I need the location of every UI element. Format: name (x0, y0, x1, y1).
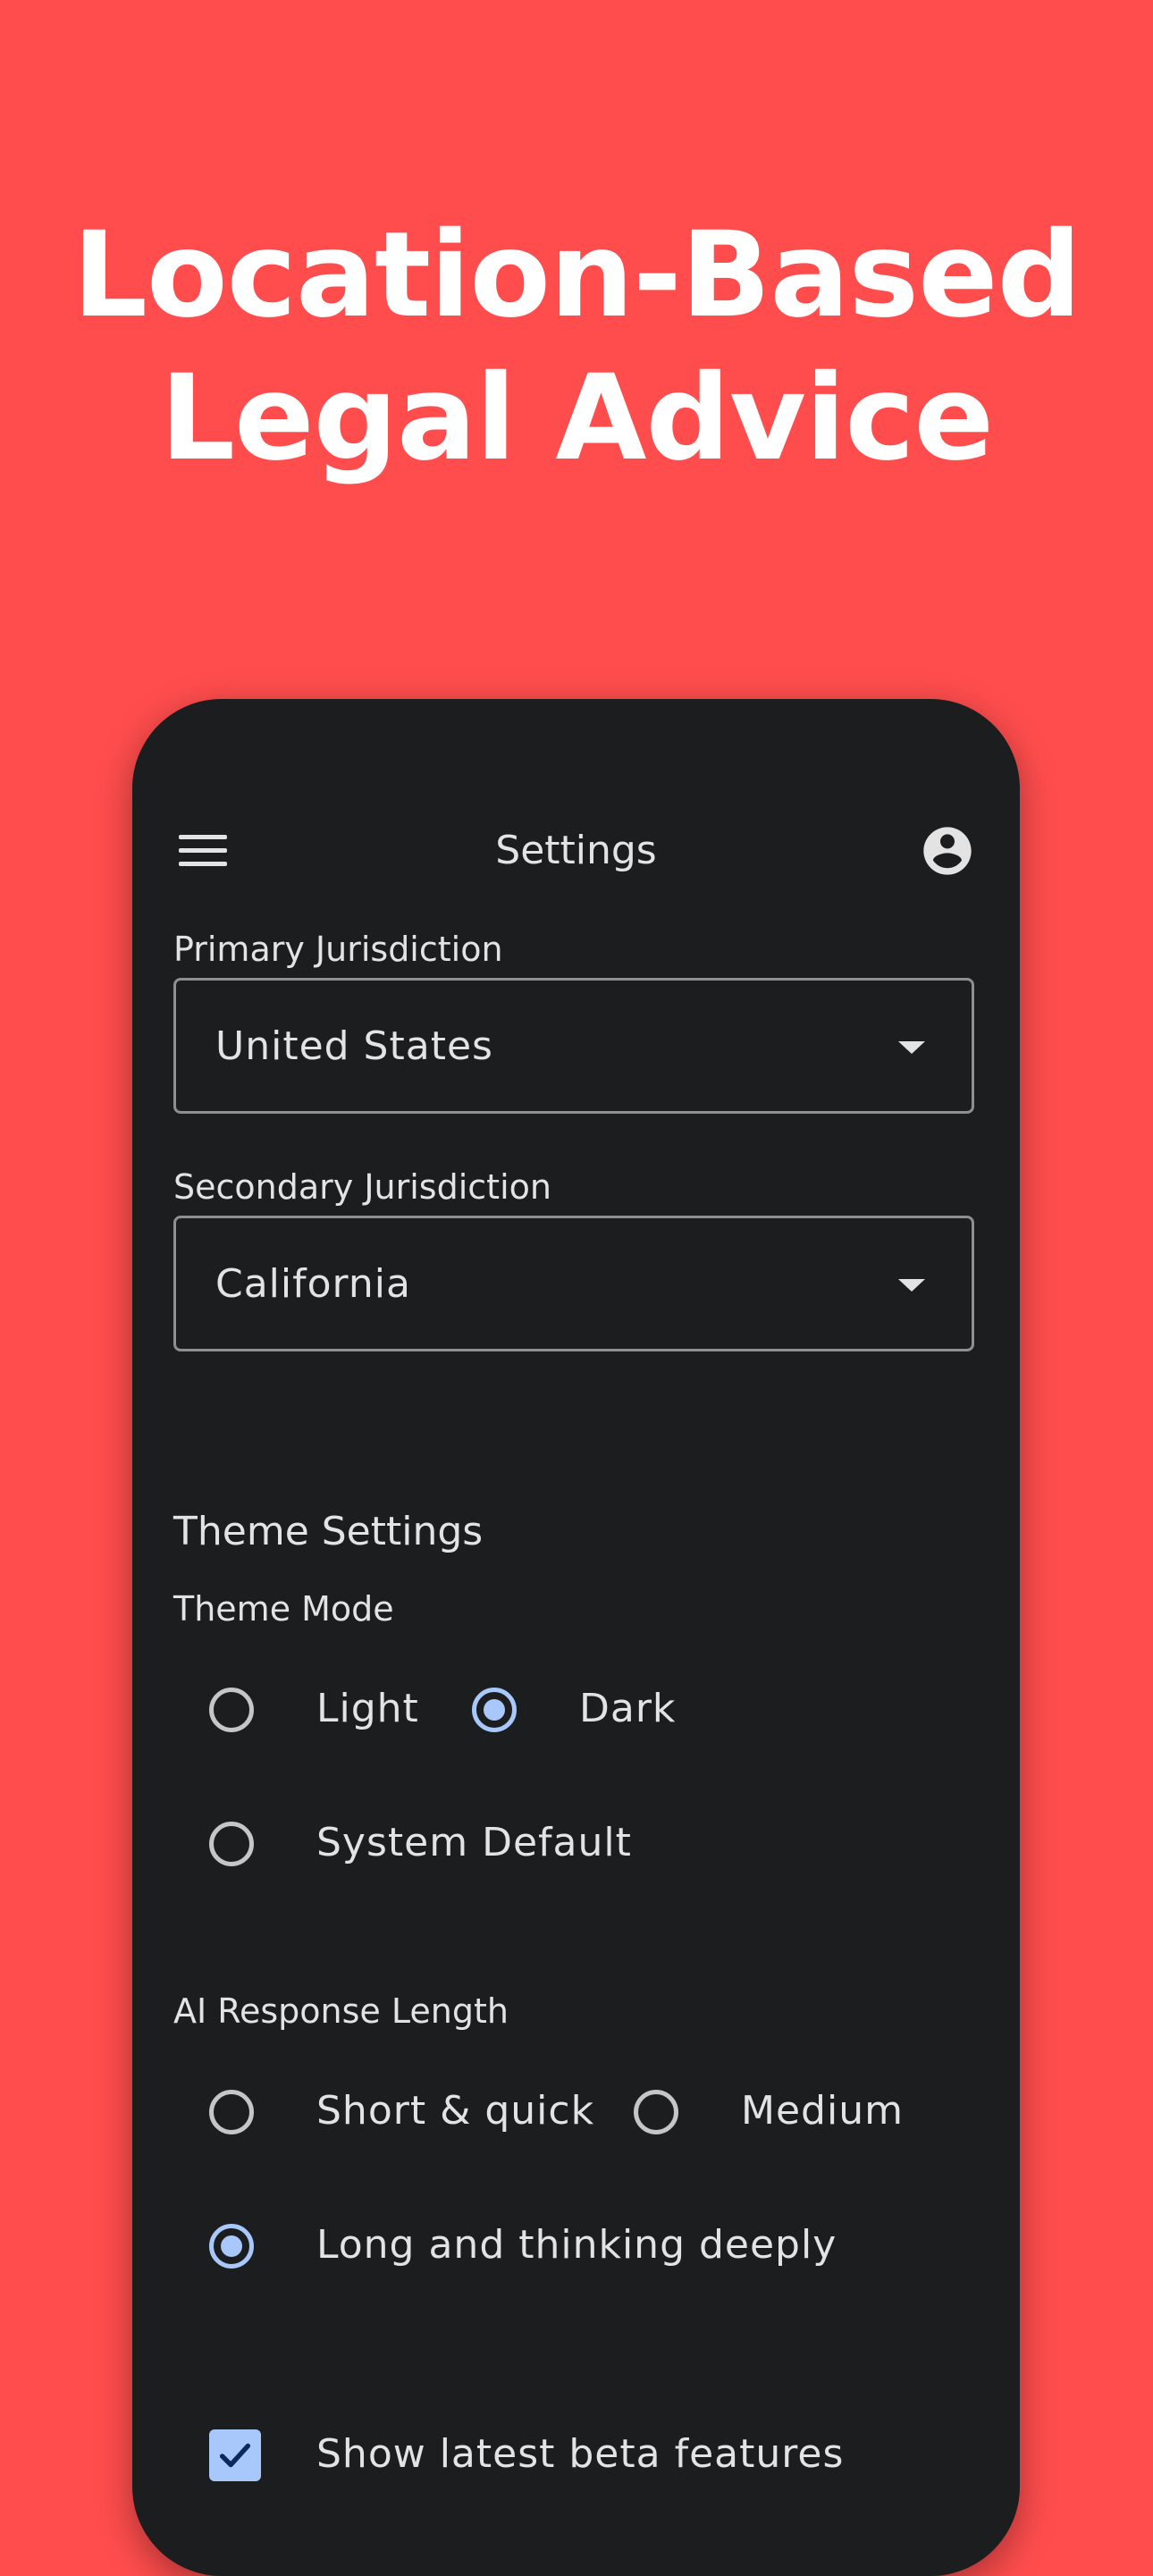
ai-response-length-label: AI Response Length (173, 1991, 509, 2031)
page-title: Settings (495, 828, 657, 873)
theme-radio-dark[interactable]: Dark (472, 1682, 704, 1745)
primary-jurisdiction-label: Primary Jurisdiction (173, 930, 503, 969)
theme-settings-heading: Theme Settings (173, 1509, 484, 1554)
radio-selected-icon (472, 1688, 517, 1732)
radio-icon (209, 1688, 254, 1732)
secondary-jurisdiction-label: Secondary Jurisdiction (173, 1167, 551, 1207)
theme-mode-label: Theme Mode (173, 1589, 394, 1629)
account-circle-icon[interactable] (919, 822, 976, 880)
headline-line-1: Location-Based (72, 206, 1081, 344)
promo-headline: Location-Based Legal Advice (0, 204, 1153, 490)
ai-length-option-label: Short & quick (316, 2088, 595, 2134)
theme-option-label: System Default (316, 1820, 632, 1865)
beta-features-label: Show latest beta features (316, 2431, 845, 2477)
phone-mockup: Settings Primary Jurisdiction United Sta… (132, 699, 1020, 2576)
radio-icon (634, 2090, 678, 2134)
app-bar: Settings (132, 815, 1020, 887)
ai-length-option-label: Long and thinking deeply (316, 2222, 837, 2268)
theme-option-label: Dark (579, 1686, 677, 1731)
radio-icon (209, 2090, 254, 2134)
theme-radio-system-default[interactable]: System Default (209, 1816, 674, 1879)
dropdown-arrow-icon (898, 1041, 925, 1054)
ai-length-radio-short[interactable]: Short & quick (209, 2084, 602, 2147)
theme-option-label: Light (316, 1686, 419, 1731)
ai-length-option-label: Medium (741, 2088, 904, 2134)
theme-radio-light[interactable]: Light (209, 1682, 418, 1745)
ai-length-radio-medium[interactable]: Medium (634, 2084, 929, 2147)
primary-jurisdiction-value: United States (215, 1023, 493, 1069)
radio-selected-icon (209, 2224, 254, 2269)
secondary-jurisdiction-value: California (215, 1261, 411, 1307)
checkbox-checked-icon (209, 2429, 261, 2481)
dropdown-arrow-icon (898, 1279, 925, 1292)
secondary-jurisdiction-select[interactable]: California (173, 1216, 974, 1351)
ai-length-radio-long[interactable]: Long and thinking deeply (209, 2218, 853, 2281)
headline-line-2: Legal Advice (159, 349, 994, 487)
radio-icon (209, 1822, 254, 1866)
primary-jurisdiction-select[interactable]: United States (173, 978, 974, 1114)
beta-features-checkbox[interactable]: Show latest beta features (209, 2424, 924, 2487)
